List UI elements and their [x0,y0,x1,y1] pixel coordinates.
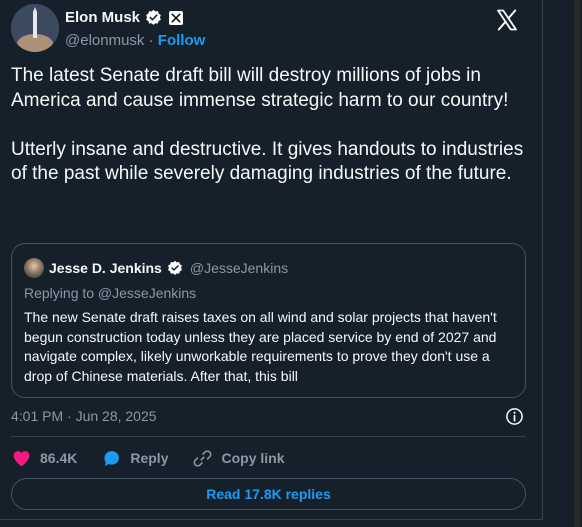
scrollbar[interactable] [574,0,580,527]
info-icon[interactable] [505,407,524,426]
reply-bubble-icon [101,448,122,469]
replying-to: Replying to @JesseJenkins [24,285,197,301]
handle-separator: · [144,32,158,49]
verified-icon [145,9,162,26]
tweet-text: The latest Senate draft bill will destro… [11,65,524,184]
follow-button[interactable]: Follow [158,32,206,49]
author-name[interactable]: Elon Musk [65,9,140,26]
author-avatar[interactable] [11,4,59,52]
like-button[interactable]: 86.4K [11,448,77,469]
reply-label: Reply [130,450,169,466]
x-affiliation-icon[interactable] [169,10,184,25]
quoted-author-avatar [24,258,44,278]
author-handle-row: @elonmusk · Follow [65,32,205,49]
tweet-header: Elon Musk @elonmusk · Follow [11,4,531,54]
divider [11,436,526,437]
quoted-text: The new Senate draft raises taxes on all… [24,309,497,384]
read-replies-button[interactable]: Read 17.8K replies [11,478,526,510]
copy-link-label: Copy link [221,450,285,466]
action-bar: 86.4K Reply Copy link [11,447,309,469]
quoted-tweet[interactable]: Jesse D. Jenkins @JesseJenkins Replying … [11,243,526,398]
tweet-card: Elon Musk @elonmusk · Follow The latest … [0,0,543,520]
copy-link-button[interactable]: Copy link [192,448,285,469]
link-icon [192,448,213,469]
author-handle[interactable]: @elonmusk [65,32,144,49]
tweet-timestamp[interactable]: 4:01 PM · Jun 28, 2025 [11,408,157,424]
like-count: 86.4K [40,450,78,466]
verified-icon [167,260,183,276]
quoted-author-name: Jesse D. Jenkins [49,260,162,276]
quoted-author-handle: @JesseJenkins [189,260,289,276]
reply-button[interactable]: Reply [101,448,168,469]
heart-icon [11,448,32,469]
x-logo-icon[interactable] [495,8,519,32]
